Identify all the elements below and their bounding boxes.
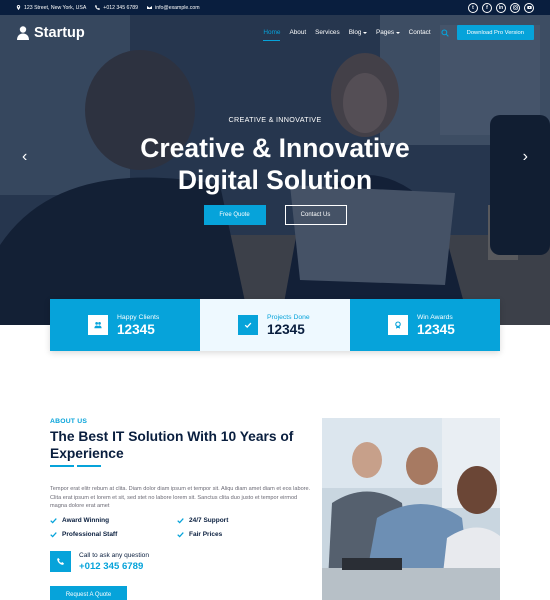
check-icon	[238, 315, 258, 335]
address-text: 123 Street, New York, USA	[24, 4, 87, 11]
nav-label: Blog	[348, 29, 362, 36]
fact-projects-done: Projects Done 12345	[200, 299, 350, 351]
fact-value: 12345	[117, 321, 155, 337]
free-quote-button[interactable]: Free Quote	[203, 205, 266, 225]
nav-item-contact[interactable]: Contact	[409, 29, 431, 36]
chevron-down-icon	[395, 31, 400, 34]
about-title: The Best IT Solution With 10 Years of Ex…	[50, 429, 294, 461]
nav-label: Pages	[375, 29, 395, 36]
nav-item-about[interactable]: About	[289, 29, 306, 36]
instagram-icon[interactable]	[510, 2, 520, 13]
user-tie-icon	[17, 25, 29, 40]
check-icon	[50, 518, 57, 524]
feature-label: Fair Prices	[189, 531, 223, 538]
nav-menu: Home About Services Blog Pages Contact	[263, 29, 431, 41]
contact-us-button[interactable]: Contact Us	[284, 205, 347, 225]
brand-logo[interactable]: Startup	[16, 25, 85, 41]
twitter-icon[interactable]: t	[468, 2, 478, 13]
youtube-icon[interactable]	[524, 2, 534, 13]
address-info: 123 Street, New York, USA	[16, 5, 86, 11]
download-pro-button[interactable]: Download Pro Version	[456, 25, 534, 40]
fact-value: 12345	[267, 321, 305, 337]
top-info-bar: 123 Street, New York, USA +012 345 6789 …	[0, 0, 550, 15]
hero-title-line-2: Digital Solution	[177, 165, 373, 195]
phone-icon	[50, 551, 71, 572]
call-box: Call to ask any question +012 345 6789	[50, 551, 149, 572]
carousel-prev-icon[interactable]: ‹	[22, 148, 27, 166]
fact-label: Happy Clients	[117, 313, 160, 321]
carousel-next-icon[interactable]: ›	[523, 148, 528, 166]
about-image	[322, 418, 500, 600]
hero-subtitle: CREATIVE & INNOVATIVE	[228, 115, 322, 124]
email-info: info@example.com	[147, 4, 200, 11]
nav-item-home[interactable]: Home	[263, 29, 281, 41]
navbar: Startup Home About Services Blog Pages C…	[0, 15, 550, 50]
chevron-down-icon	[362, 31, 367, 34]
underline-bar	[77, 465, 101, 467]
brand-name: Startup	[34, 24, 85, 41]
feature-item: 24/7 Support	[177, 517, 304, 524]
nav-label: Contact	[408, 29, 431, 36]
fact-label: Win Awards	[417, 313, 453, 321]
hero-caption: CREATIVE & INNOVATIVE Creative & Innovat…	[0, 15, 550, 325]
hero-title-line-1: Creative & Innovative	[140, 133, 410, 163]
phone-text: +012 345 6789	[103, 4, 139, 11]
nav-item-services[interactable]: Services	[315, 29, 340, 36]
title-underline	[50, 465, 101, 467]
feature-list: Award Winning 24/7 Support Professional …	[50, 517, 312, 538]
nav-label: About	[289, 29, 307, 36]
phone-info: +012 345 6789	[95, 5, 138, 11]
award-icon	[388, 315, 408, 335]
request-quote-button[interactable]: Request A Quote	[50, 586, 127, 600]
fact-value: 12345	[417, 321, 455, 337]
facebook-icon[interactable]: f	[482, 2, 492, 13]
call-number[interactable]: +012 345 6789	[79, 561, 149, 572]
users-icon	[88, 315, 108, 335]
feature-label: Award Winning	[62, 517, 110, 524]
map-marker-icon	[16, 5, 21, 10]
nav-item-pages[interactable]: Pages	[376, 29, 400, 36]
about-section-tag: ABOUT US	[50, 418, 88, 425]
feature-label: Professional Staff	[62, 531, 118, 538]
check-icon	[177, 518, 184, 524]
fact-win-awards: Win Awards 12345	[350, 299, 500, 351]
about-description: Tempor erat elitr rebum at clita. Diam d…	[50, 486, 311, 510]
feature-label: 24/7 Support	[189, 517, 229, 524]
facts-strip: Happy Clients 12345 Projects Done 12345 …	[50, 299, 500, 351]
check-icon	[50, 532, 57, 538]
underline-bar	[50, 465, 74, 467]
nav-item-blog[interactable]: Blog	[349, 29, 367, 36]
email-text: info@example.com	[155, 4, 200, 11]
envelope-icon	[147, 6, 153, 9]
feature-item: Award Winning	[50, 517, 177, 524]
linkedin-icon[interactable]: in	[496, 2, 506, 13]
hero-title: Creative & Innovative Digital Solution	[0, 132, 550, 196]
fact-happy-clients: Happy Clients 12345	[50, 299, 200, 351]
phone-icon	[95, 5, 101, 10]
call-label: Call to ask any question	[79, 551, 150, 559]
fact-label: Projects Done	[267, 313, 310, 321]
search-icon[interactable]	[441, 28, 449, 37]
feature-item: Professional Staff	[50, 531, 177, 538]
nav-label: Home	[263, 29, 281, 36]
check-icon	[177, 532, 184, 538]
nav-label: Services	[315, 29, 340, 36]
feature-item: Fair Prices	[177, 531, 304, 538]
